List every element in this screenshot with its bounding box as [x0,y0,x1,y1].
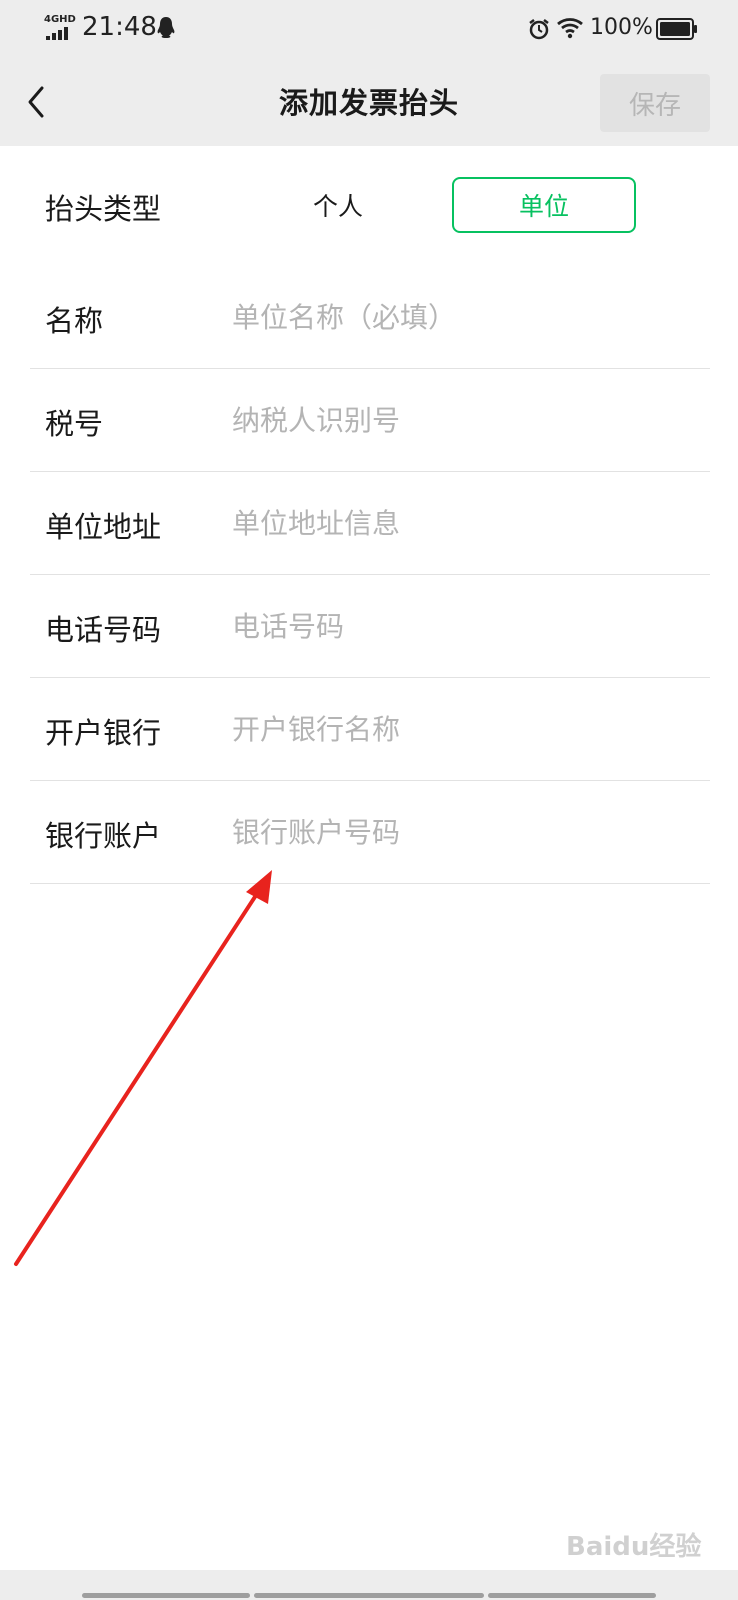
battery-icon [656,18,697,40]
signal-icon: 4GHD [44,14,76,40]
divider [30,883,710,884]
name-input[interactable] [232,292,692,342]
form-row-tax-id: 税号 [30,369,710,472]
form-row-bank-account: 银行账户 [30,781,710,884]
phone-label: 电话号码 [45,613,162,647]
bottom-indicator [254,1593,484,1598]
phone-input[interactable] [232,601,692,651]
form-row-address: 单位地址 [30,472,710,575]
battery-percent: 100% [590,15,653,40]
address-input[interactable] [232,498,692,548]
address-label: 单位地址 [45,510,162,544]
form-row-phone: 电话号码 [30,575,710,678]
bank-input[interactable] [232,704,692,754]
alarm-icon [529,19,549,40]
header-type-label: 抬头类型 [45,192,162,226]
tax-id-label: 税号 [45,407,104,441]
bank-account-label: 银行账户 [45,819,162,853]
type-option-personal[interactable]: 个人 [262,177,414,233]
form-row-name: 名称 [30,266,710,369]
network-type: 4GHD [44,14,76,25]
save-button[interactable]: 保存 [600,74,710,132]
annotation-arrow-icon [14,870,272,1266]
tax-id-input[interactable] [232,395,692,445]
bottom-bar [0,1570,738,1600]
name-label: 名称 [45,304,104,338]
nav-bar: 添加发票抬头 保存 [0,58,738,146]
status-bar: 4GHD 21:48 100% [0,0,738,58]
header-type-row: 抬头类型 个人 单位 [0,146,738,266]
type-option-company[interactable]: 单位 [452,177,636,233]
bottom-indicator [82,1593,250,1598]
bottom-indicator [488,1593,656,1598]
bank-label: 开户银行 [45,716,162,750]
bank-account-input[interactable] [232,807,692,857]
baidu-watermark: Baidu经验 [566,1532,702,1562]
status-time: 21:48 [82,12,157,42]
qq-notification-icon [157,17,175,38]
wifi-icon [557,18,583,39]
form-row-bank: 开户银行 [30,678,710,781]
